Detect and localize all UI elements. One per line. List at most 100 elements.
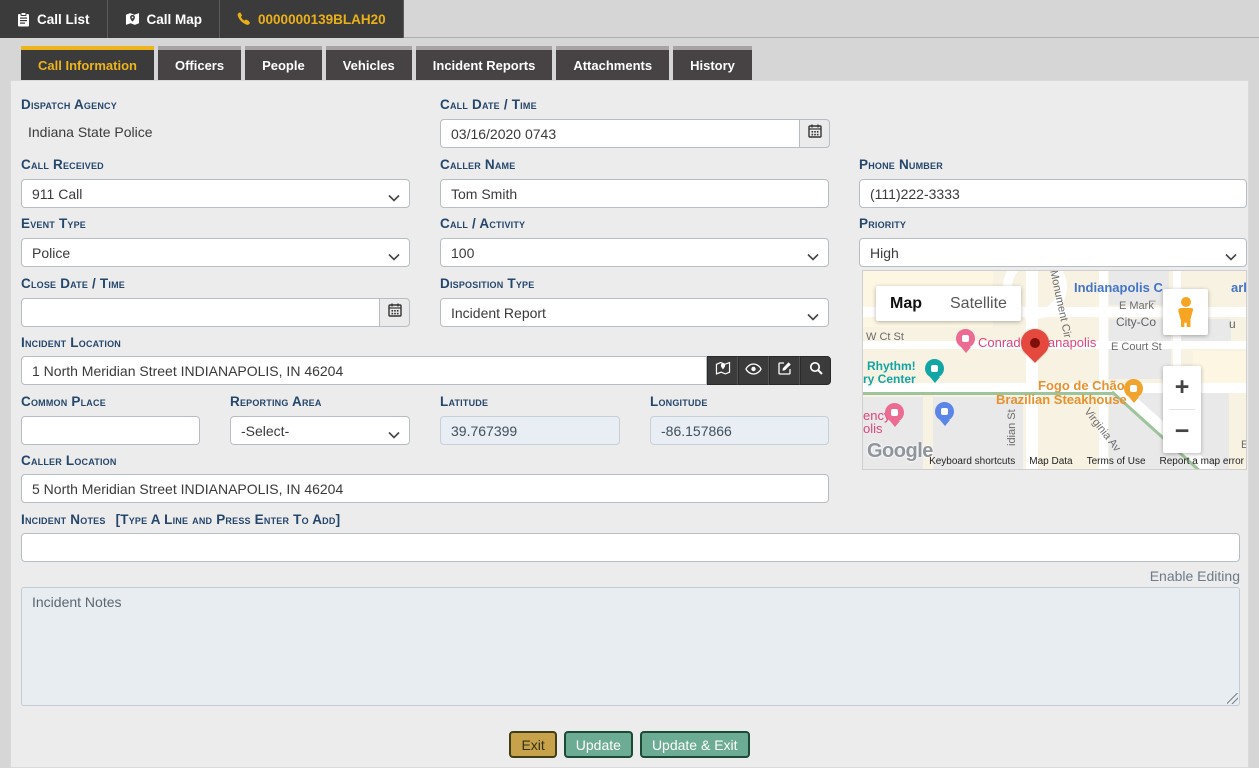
tab-label: People — [262, 58, 305, 73]
phone-number-input[interactable] — [859, 179, 1247, 208]
calendar-icon — [388, 303, 402, 322]
map-icon — [125, 12, 140, 26]
incident-location-label: Incident Location — [21, 335, 121, 350]
incident-notes-hint: [Type A Line and Press Enter To Add] — [116, 512, 341, 527]
call-map-button[interactable]: Call Map — [108, 0, 221, 38]
pencil-square-icon — [778, 361, 792, 380]
close-datetime-input[interactable] — [21, 298, 380, 327]
active-call-label: 0000000139BLAH20 — [258, 12, 386, 27]
call-datetime-input[interactable] — [440, 119, 800, 148]
tab-officers[interactable]: Officers — [158, 46, 241, 80]
map-pin-button[interactable] — [707, 356, 738, 385]
search-icon — [809, 361, 823, 380]
map-label: Fogo de Chão — [1038, 378, 1125, 393]
tab-label: Call Information — [38, 58, 137, 73]
close-datetime-label: Close Date / Time — [21, 276, 125, 291]
tab-call-information[interactable]: Call Information — [21, 46, 154, 80]
exit-button[interactable]: Exit — [509, 731, 556, 758]
action-button-row: Exit Update Update & Exit — [0, 731, 1259, 758]
detail-tabs: Call Information Officers People Vehicle… — [21, 46, 752, 80]
zoom-in-button[interactable]: + — [1163, 366, 1201, 409]
satellite-view-button[interactable]: Satellite — [936, 286, 1021, 321]
reporting-area-label: Reporting Area — [230, 394, 322, 409]
report-map-error-link[interactable]: Report a map error — [1160, 456, 1244, 467]
terms-of-use-link[interactable]: Terms of Use — [1087, 456, 1146, 467]
map-zoom-control: + − — [1163, 366, 1201, 453]
caller-location-input[interactable] — [21, 474, 829, 503]
location-map[interactable]: Indianapolis C arl E Mark City-Co u W Ct… — [862, 270, 1247, 470]
call-list-label: Call List — [37, 12, 90, 27]
map-label: Brazilian Steakhouse — [996, 392, 1127, 407]
longitude-label: Longitude — [650, 394, 708, 409]
incident-notes-textarea[interactable]: Incident Notes — [21, 587, 1240, 706]
calendar-icon — [808, 124, 822, 143]
update-and-exit-button[interactable]: Update & Exit — [640, 731, 750, 758]
tab-label: History — [690, 58, 735, 73]
map-attribution: Keyboard shortcuts Map Data Terms of Use… — [929, 456, 1244, 467]
textarea-resize-grip[interactable] — [1227, 693, 1238, 704]
update-button[interactable]: Update — [564, 731, 633, 758]
active-call-tab[interactable]: 0000000139BLAH20 — [220, 0, 404, 38]
longitude-input — [650, 416, 829, 445]
map-label: City-Co — [1116, 315, 1156, 329]
zoom-out-button[interactable]: − — [1163, 410, 1201, 453]
caller-name-input[interactable] — [440, 179, 829, 208]
map-data-link[interactable]: Map Data — [1029, 456, 1072, 467]
museum-poi-icon[interactable] — [925, 359, 944, 378]
call-datetime-label: Call Date / Time — [440, 97, 537, 112]
dispatch-agency-label: Dispatch Agency — [21, 97, 117, 112]
tab-vehicles[interactable]: Vehicles — [326, 46, 412, 80]
tab-label: Vehicles — [343, 58, 395, 73]
common-place-label: Common Place — [21, 394, 106, 409]
hotel-poi-icon[interactable] — [956, 329, 975, 348]
incident-location-input[interactable] — [21, 356, 707, 385]
hotel-poi-icon[interactable] — [885, 403, 904, 422]
incident-notes-line-input[interactable] — [21, 533, 1240, 562]
incident-notes-label: Incident Notes[Type A Line and Press Ent… — [21, 512, 340, 527]
map-label: W Ct St — [866, 331, 904, 343]
dispatch-agency-value: Indiana State Police — [28, 124, 153, 140]
caller-name-label: Caller Name — [440, 157, 515, 172]
edit-location-button[interactable] — [769, 356, 800, 385]
call-map-label: Call Map — [147, 12, 203, 27]
call-received-label: Call Received — [21, 157, 104, 172]
map-type-toggle: Map Satellite — [876, 286, 1021, 321]
tab-label: Incident Reports — [433, 58, 536, 73]
tab-label: Officers — [175, 58, 224, 73]
map-label: Conrad — [978, 335, 1021, 350]
call-received-select[interactable]: 911 Call — [21, 179, 410, 208]
map-label: E — [1241, 439, 1247, 451]
map-label: Rhythm! — [867, 359, 916, 373]
close-datetime-calendar-button[interactable] — [380, 298, 410, 327]
pegman-control[interactable] — [1163, 289, 1208, 335]
enable-editing-link[interactable]: Enable Editing — [1150, 568, 1240, 584]
priority-select[interactable]: High — [859, 238, 1247, 267]
call-activity-label: Call / Activity — [440, 216, 525, 231]
tab-history[interactable]: History — [673, 46, 752, 80]
pegman-icon — [1178, 297, 1194, 327]
map-label: u — [1229, 317, 1236, 331]
map-label: E Court St — [1111, 341, 1162, 353]
clipboard-icon — [17, 12, 30, 27]
keyboard-shortcuts-link[interactable]: Keyboard shortcuts — [929, 456, 1015, 467]
map-view-button[interactable]: Map — [876, 286, 936, 321]
tab-incident-reports[interactable]: Incident Reports — [416, 46, 553, 80]
restaurant-poi-icon[interactable] — [1124, 379, 1143, 398]
tab-attachments[interactable]: Attachments — [556, 46, 669, 80]
caller-location-label: Caller Location — [21, 453, 117, 468]
call-datetime-calendar-button[interactable] — [800, 119, 830, 148]
call-list-button[interactable]: Call List — [0, 0, 108, 38]
call-activity-select[interactable]: 100 — [440, 238, 829, 267]
common-place-input[interactable] — [21, 416, 200, 445]
incident-location-marker[interactable] — [1015, 323, 1055, 363]
disposition-type-select[interactable]: Incident Report — [440, 298, 829, 327]
shopping-poi-icon[interactable] — [935, 402, 954, 421]
latitude-label: Latitude — [440, 394, 488, 409]
tab-people[interactable]: People — [245, 46, 322, 80]
search-location-button[interactable] — [800, 356, 831, 385]
priority-label: Priority — [859, 216, 906, 231]
event-type-select[interactable]: Police — [21, 238, 410, 267]
map-label: ianapolis — [1045, 335, 1096, 350]
view-location-button[interactable] — [738, 356, 769, 385]
reporting-area-select[interactable]: -Select- — [230, 416, 410, 445]
